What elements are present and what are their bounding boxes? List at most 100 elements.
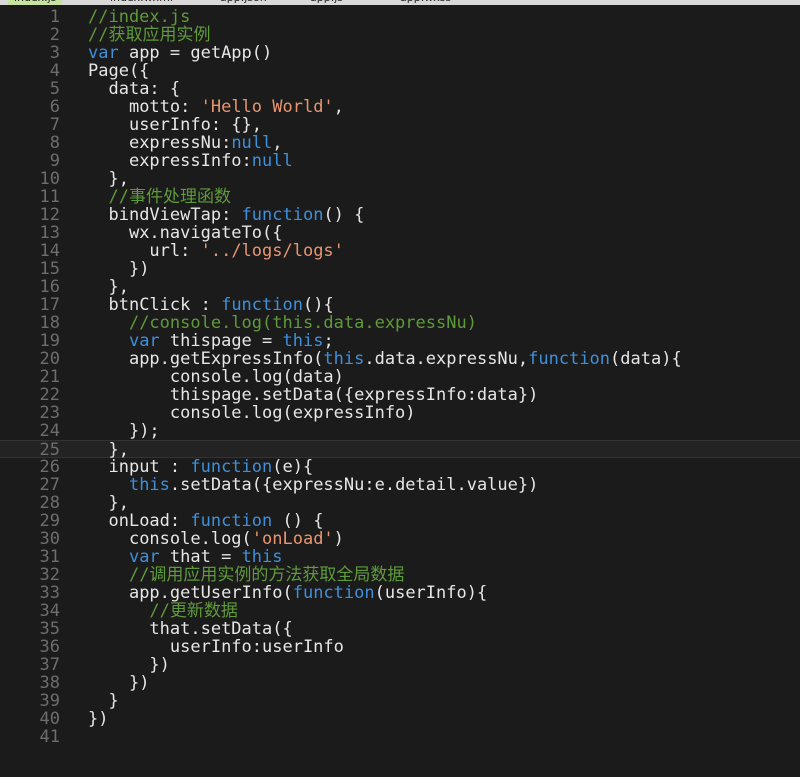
code-token: app = getApp() bbox=[118, 43, 273, 63]
code-line[interactable]: 5 data: { bbox=[0, 80, 800, 98]
code-line[interactable]: 9 expressInfo:null bbox=[0, 152, 800, 170]
code-line[interactable]: 22 thispage.setData({expressInfo:data}) bbox=[0, 386, 800, 404]
code-line[interactable]: 8 expressNu:null, bbox=[0, 134, 800, 152]
code-line[interactable]: 28 }, bbox=[0, 494, 800, 512]
code-line[interactable]: 30 console.log('onLoad') bbox=[0, 530, 800, 548]
code-text: }) bbox=[88, 260, 149, 278]
code-text: app.getUserInfo(function(userInfo){ bbox=[88, 584, 487, 602]
code-line[interactable]: 40}) bbox=[0, 710, 800, 728]
tab-app-wxss[interactable]: app.wxss bbox=[400, 0, 451, 5]
code-line[interactable]: 26 input : function(e){ bbox=[0, 458, 800, 476]
line-number: 40 bbox=[39, 709, 60, 729]
code-line[interactable]: 20 app.getExpressInfo(this.data.expressN… bbox=[0, 350, 800, 368]
code-line[interactable]: 18 //console.log(this.data.expressNu) bbox=[0, 314, 800, 332]
code-line[interactable]: 21 console.log(data) bbox=[0, 368, 800, 386]
code-token: }) bbox=[128, 673, 150, 693]
code-line[interactable]: 3 var app = getApp() bbox=[0, 44, 800, 62]
line-number: 23 bbox=[39, 403, 60, 423]
code-area[interactable]: 1//index.js 2//获取应用实例 3 var app = getApp() 4… bbox=[0, 8, 800, 746]
line-number: 20 bbox=[39, 349, 60, 369]
line-number: 12 bbox=[39, 205, 60, 225]
code-line[interactable]: 41 bbox=[0, 728, 800, 746]
code-text: bindViewTap: function() { bbox=[88, 206, 364, 224]
code-line[interactable]: 37 }) bbox=[0, 656, 800, 674]
line-number: 10 bbox=[39, 169, 60, 189]
tab-app-json[interactable]: app.json bbox=[220, 0, 267, 5]
code-token: userInfo: {}, bbox=[128, 115, 263, 135]
code-token: ) bbox=[333, 529, 344, 549]
keyword-token: null bbox=[231, 133, 273, 153]
code-line[interactable]: 24 }); bbox=[0, 422, 800, 440]
code-token: bindViewTap: bbox=[108, 205, 242, 225]
code-token: (){ bbox=[302, 295, 334, 315]
code-line[interactable]: 2 //获取应用实例 bbox=[0, 26, 800, 44]
code-line[interactable]: 31 var that = this bbox=[0, 548, 800, 566]
line-number: 22 bbox=[39, 385, 60, 405]
code-line[interactable]: 32 //调用应用实例的方法获取全局数据 bbox=[0, 566, 800, 584]
line-number: 1 bbox=[49, 7, 60, 27]
code-text: //更新数据 bbox=[88, 602, 237, 620]
code-token: }, bbox=[108, 277, 129, 297]
code-token: }); bbox=[128, 421, 160, 441]
code-token: }) bbox=[149, 655, 170, 675]
code-line[interactable]: 12 bindViewTap: function() { bbox=[0, 206, 800, 224]
code-line[interactable]: 38 }) bbox=[0, 674, 800, 692]
code-line[interactable]: 4 Page({ bbox=[0, 62, 800, 80]
code-line[interactable]: 14 url: '../logs/logs' bbox=[0, 242, 800, 260]
code-line[interactable]: 39 } bbox=[0, 692, 800, 710]
code-token: expressInfo: bbox=[128, 151, 252, 171]
code-text: //console.log(this.data.expressNu) bbox=[88, 314, 477, 332]
code-text: thispage.setData({expressInfo:data}) bbox=[88, 386, 538, 404]
comment-token: //index.js bbox=[88, 7, 191, 27]
code-line[interactable]: 23 console.log(expressInfo) bbox=[0, 404, 800, 422]
code-text: //获取应用实例 bbox=[88, 26, 210, 44]
code-line[interactable]: 29 onLoad: function () { bbox=[0, 512, 800, 530]
code-token: app.getUserInfo( bbox=[128, 583, 293, 603]
line-number: 15 bbox=[39, 259, 60, 279]
code-line[interactable]: 36 userInfo:userInfo bbox=[0, 638, 800, 656]
code-line[interactable]: 6 motto: 'Hello World', bbox=[0, 98, 800, 116]
line-number: 29 bbox=[39, 511, 60, 531]
code-line[interactable]: 25 }, bbox=[0, 440, 800, 459]
code-line[interactable]: 10 }, bbox=[0, 170, 800, 188]
code-token: , bbox=[272, 133, 283, 153]
code-token: thispage.setData({expressInfo:data}) bbox=[169, 385, 539, 405]
code-line[interactable]: 13 wx.navigateTo({ bbox=[0, 224, 800, 242]
code-token: }) bbox=[128, 259, 150, 279]
code-text: } bbox=[88, 691, 118, 711]
keyword-token: function bbox=[292, 583, 375, 603]
code-editor[interactable]: index.jsindex.wxmlapp.jsonapp.jsapp.wxss… bbox=[0, 0, 800, 777]
code-line[interactable]: 27 this.setData({expressNu:e.detail.valu… bbox=[0, 476, 800, 494]
code-line[interactable]: 35 that.setData({ bbox=[0, 620, 800, 638]
line-number: 5 bbox=[49, 79, 60, 99]
code-text: var that = this bbox=[88, 548, 283, 566]
code-line[interactable]: 34 //更新数据 bbox=[0, 602, 800, 620]
code-token: that.setData({ bbox=[149, 619, 293, 639]
code-token: thispage = bbox=[159, 331, 283, 351]
code-line[interactable]: 19 var thispage = this; bbox=[0, 332, 800, 350]
keyword-token: this bbox=[323, 349, 365, 369]
line-number: 28 bbox=[39, 493, 60, 513]
code-line[interactable]: 17 btnClick : function(){ bbox=[0, 296, 800, 314]
tab-index-wxml[interactable]: index.wxml bbox=[110, 0, 173, 5]
code-line[interactable]: 16 }, bbox=[0, 278, 800, 296]
line-number: 35 bbox=[39, 619, 60, 639]
code-line[interactable]: 1 //index.js bbox=[0, 8, 800, 26]
code-line[interactable]: 11 //事件处理函数 bbox=[0, 188, 800, 206]
code-line[interactable]: 15 }) bbox=[0, 260, 800, 278]
code-token: btnClick : bbox=[108, 295, 222, 315]
comment-token: //console.log(this.data.expressNu) bbox=[128, 313, 477, 333]
line-number: 6 bbox=[49, 97, 60, 117]
code-text: data: { bbox=[88, 80, 180, 98]
code-line[interactable]: 33 app.getUserInfo(function(userInfo){ bbox=[0, 584, 800, 602]
code-text: that.setData({ bbox=[88, 619, 293, 639]
code-line[interactable]: 7 userInfo: {}, bbox=[0, 116, 800, 134]
tab-app-js[interactable]: app.js bbox=[310, 0, 343, 5]
